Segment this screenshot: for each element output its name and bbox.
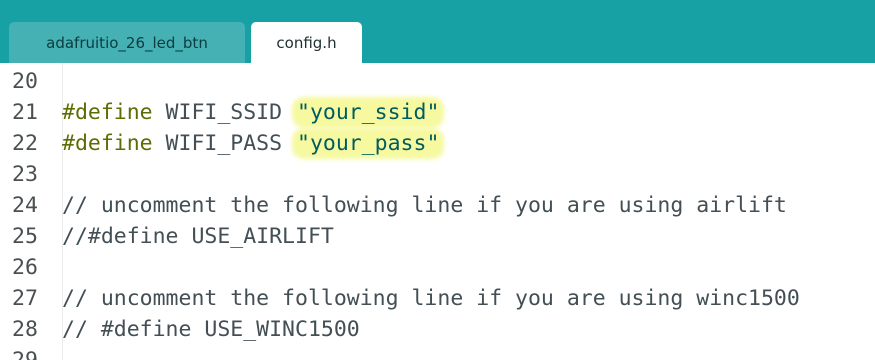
- comment-token: // uncomment the following line if you a…: [62, 193, 787, 218]
- line-code: // uncomment the following line if you a…: [62, 190, 787, 221]
- tab-config-h[interactable]: config.h: [251, 22, 362, 63]
- tab-adafruitio-26-led-btn[interactable]: adafruitio_26_led_btn: [9, 22, 245, 63]
- code-line[interactable]: 29: [0, 345, 875, 360]
- line-number: 25: [12, 224, 38, 249]
- line-code: // #define USE_WINC1500: [62, 314, 360, 345]
- code-line[interactable]: 26: [0, 252, 875, 283]
- line-number: 23: [12, 162, 38, 187]
- identifier-token: WIFI_SSID: [152, 100, 295, 125]
- line-number: 29: [12, 345, 38, 360]
- code-line[interactable]: 25 //#define USE_AIRLIFT: [0, 221, 875, 252]
- code-editor[interactable]: 20 21 #define WIFI_SSID "your_ssid" 22 #defi…: [0, 63, 875, 360]
- line-code: #define WIFI_PASS "your_pass": [62, 128, 442, 159]
- line-code: //#define USE_AIRLIFT: [62, 221, 334, 252]
- identifier-token: WIFI_PASS: [152, 131, 295, 156]
- keyword-token: #define: [62, 131, 153, 156]
- keyword-token: #define: [62, 100, 153, 125]
- line-number: 24: [12, 193, 38, 218]
- line-number: 20: [12, 69, 38, 94]
- comment-token: // uncomment the following line if you a…: [62, 286, 800, 311]
- line-number: 28: [12, 317, 38, 342]
- code-line[interactable]: 24 // uncomment the following line if you…: [0, 190, 875, 221]
- comment-token: //#define USE_AIRLIFT: [62, 224, 334, 249]
- line-number: 27: [12, 286, 38, 311]
- tab-label: adafruitio_26_led_btn: [46, 33, 208, 52]
- code-line[interactable]: 27 // uncomment the following line if you…: [0, 283, 875, 314]
- comment-token: // #define USE_WINC1500: [62, 317, 360, 342]
- line-code: #define WIFI_SSID "your_ssid": [62, 97, 442, 128]
- code-line[interactable]: 20: [0, 66, 875, 97]
- string-literal-token: "your_pass": [295, 131, 442, 156]
- code-line[interactable]: 28 // #define USE_WINC1500: [0, 314, 875, 345]
- code-line[interactable]: 21 #define WIFI_SSID "your_ssid": [0, 97, 875, 128]
- arduino-ide-window: adafruitio_26_led_btn config.h 20 21 #defi…: [0, 0, 875, 360]
- tab-label: config.h: [276, 33, 337, 52]
- line-number: 22: [12, 131, 38, 156]
- line-number: 26: [12, 255, 38, 280]
- line-number: 21: [12, 100, 38, 125]
- code-line[interactable]: 23: [0, 159, 875, 190]
- code-line[interactable]: 22 #define WIFI_PASS "your_pass": [0, 128, 875, 159]
- string-literal-token: "your_ssid": [295, 100, 442, 125]
- file-tab-bar: adafruitio_26_led_btn config.h: [0, 0, 875, 63]
- line-code: // uncomment the following line if you a…: [62, 283, 800, 314]
